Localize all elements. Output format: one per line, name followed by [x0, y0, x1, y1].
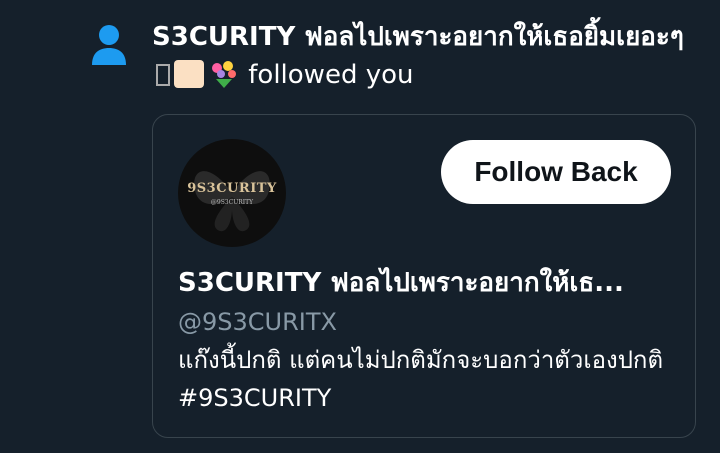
card-handle[interactable]: @9S3CURITX	[178, 305, 337, 339]
skin-tone-emoji-icon	[174, 60, 204, 88]
person-icon	[92, 25, 126, 65]
notification-text: S3CURITY ฟอลไปเพราะอยากให้เธอยิ้มเยอะๆ f…	[152, 18, 692, 94]
user-card[interactable]: 9S3CURITY @9S3CURITY Follow Back S3CURIT…	[152, 114, 696, 438]
follow-back-button[interactable]: Follow Back	[441, 140, 671, 204]
card-bio: แก๊งนี้ปกติ แต่คนไม่ปกติมักจะบอกว่าตัวเอ…	[178, 346, 664, 412]
avatar[interactable]: 9S3CURITY @9S3CURITY	[178, 139, 286, 247]
missing-glyph-icon	[156, 64, 170, 86]
card-display-name[interactable]: S3CURITY ฟอลไปเพราะอยากให้เธ...	[178, 265, 678, 301]
notification-action: followed you	[248, 60, 414, 90]
avatar-logo-subtext: @9S3CURITY	[210, 199, 254, 206]
bouquet-emoji-icon	[212, 61, 236, 88]
follower-display-name[interactable]: S3CURITY ฟอลไปเพราะอยากให้เธอยิ้มเยอะๆ	[152, 22, 684, 52]
avatar-logo-text: 9S3CURITY	[187, 181, 277, 196]
